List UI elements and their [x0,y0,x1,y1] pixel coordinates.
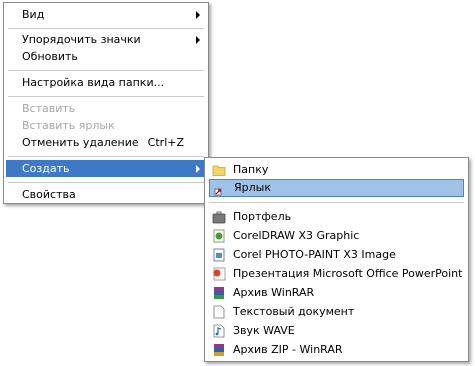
submenu-item-label: Ярлык [234,181,271,194]
shortcut-icon [214,188,222,196]
submenu-arrow-icon [196,165,200,173]
folder-icon [212,165,226,176]
photopaint-icon [213,248,225,262]
menu-item-arrange-icons[interactable]: Упорядочить значки [6,31,206,48]
menu-separator [8,70,204,71]
menu-item-label: Свойства [22,188,76,201]
menu-item-label: Настройка вида папки... [22,76,165,89]
menu-item-label: Вид [22,8,45,21]
menu-separator [8,96,204,97]
menu-item-label: Упорядочить значки [22,33,141,46]
submenu-item-text-document[interactable]: Текстовый документ [209,303,464,321]
submenu-arrow-icon [196,11,200,19]
submenu-item-photopaint[interactable]: Corel PHOTO-PAINT X3 Image [209,246,464,264]
menu-separator [8,156,204,157]
submenu-item-label: Текстовый документ [233,305,355,318]
menu-item-properties[interactable]: Свойства [6,186,206,203]
menu-item-create[interactable]: Создать [6,160,206,177]
coreldraw-icon [213,229,225,243]
wave-sound-icon [213,324,225,338]
menu-separator [209,202,464,203]
menu-item-paste-shortcut: Вставить ярлык [6,117,206,134]
menu-item-refresh[interactable]: Обновить [6,48,206,65]
submenu-item-powerpoint[interactable]: Презентация Microsoft Office PowerPoint [209,265,464,283]
submenu-item-label: Архив WinRAR [233,286,315,299]
submenu-item-label: CorelDRAW X3 Graphic [233,229,360,242]
menu-item-label: Отменить удаление [22,136,139,149]
submenu-item-label: Архив ZIP - WinRAR [233,343,343,356]
submenu-item-label: Презентация Microsoft Office PowerPoint [233,267,463,280]
winrar-icon [214,287,224,299]
shortcut-key-label: Ctrl+Z [147,136,184,149]
submenu-item-coreldraw[interactable]: CorelDRAW X3 Graphic [209,227,464,245]
menu-separator [8,28,204,29]
menu-separator [8,182,204,183]
menu-item-label: Вставить ярлык [22,119,115,132]
submenu-item-wave-sound[interactable]: Звук WAVE [209,322,464,340]
submenu-item-folder[interactable]: Папку [209,161,464,179]
menu-item-undo-delete[interactable]: Отменить удаление Ctrl+Z [6,134,206,151]
powerpoint-icon [213,267,226,281]
submenu-item-label: Corel PHOTO-PAINT X3 Image [233,248,396,261]
submenu-item-label: Звук WAVE [233,324,295,337]
submenu-item-briefcase[interactable]: Портфель [209,208,464,226]
submenu-item-winrar[interactable]: Архив WinRAR [209,284,464,302]
menu-item-paste: Вставить [6,100,206,117]
submenu-item-label: Папку [233,163,269,176]
submenu-item-zip-archive[interactable]: Архив ZIP - WinRAR [209,341,464,359]
menu-item-label: Вставить [22,102,76,115]
text-document-icon [213,305,225,319]
submenu-arrow-icon [196,36,200,44]
context-menu: Вид Упорядочить значки Обновить Настройк… [3,2,209,204]
briefcase-icon [212,211,226,224]
menu-item-label: Создать [22,162,70,175]
create-submenu: Папку Ярлык Портфель CorelDRAW X3 Graphi… [204,157,469,362]
submenu-item-shortcut[interactable]: Ярлык [209,179,464,197]
menu-item-label: Обновить [22,50,78,63]
menu-item-folder-view-settings[interactable]: Настройка вида папки... [6,74,206,91]
menu-item-view[interactable]: Вид [6,6,206,23]
submenu-item-label: Портфель [233,210,292,223]
zip-archive-icon [214,344,224,356]
